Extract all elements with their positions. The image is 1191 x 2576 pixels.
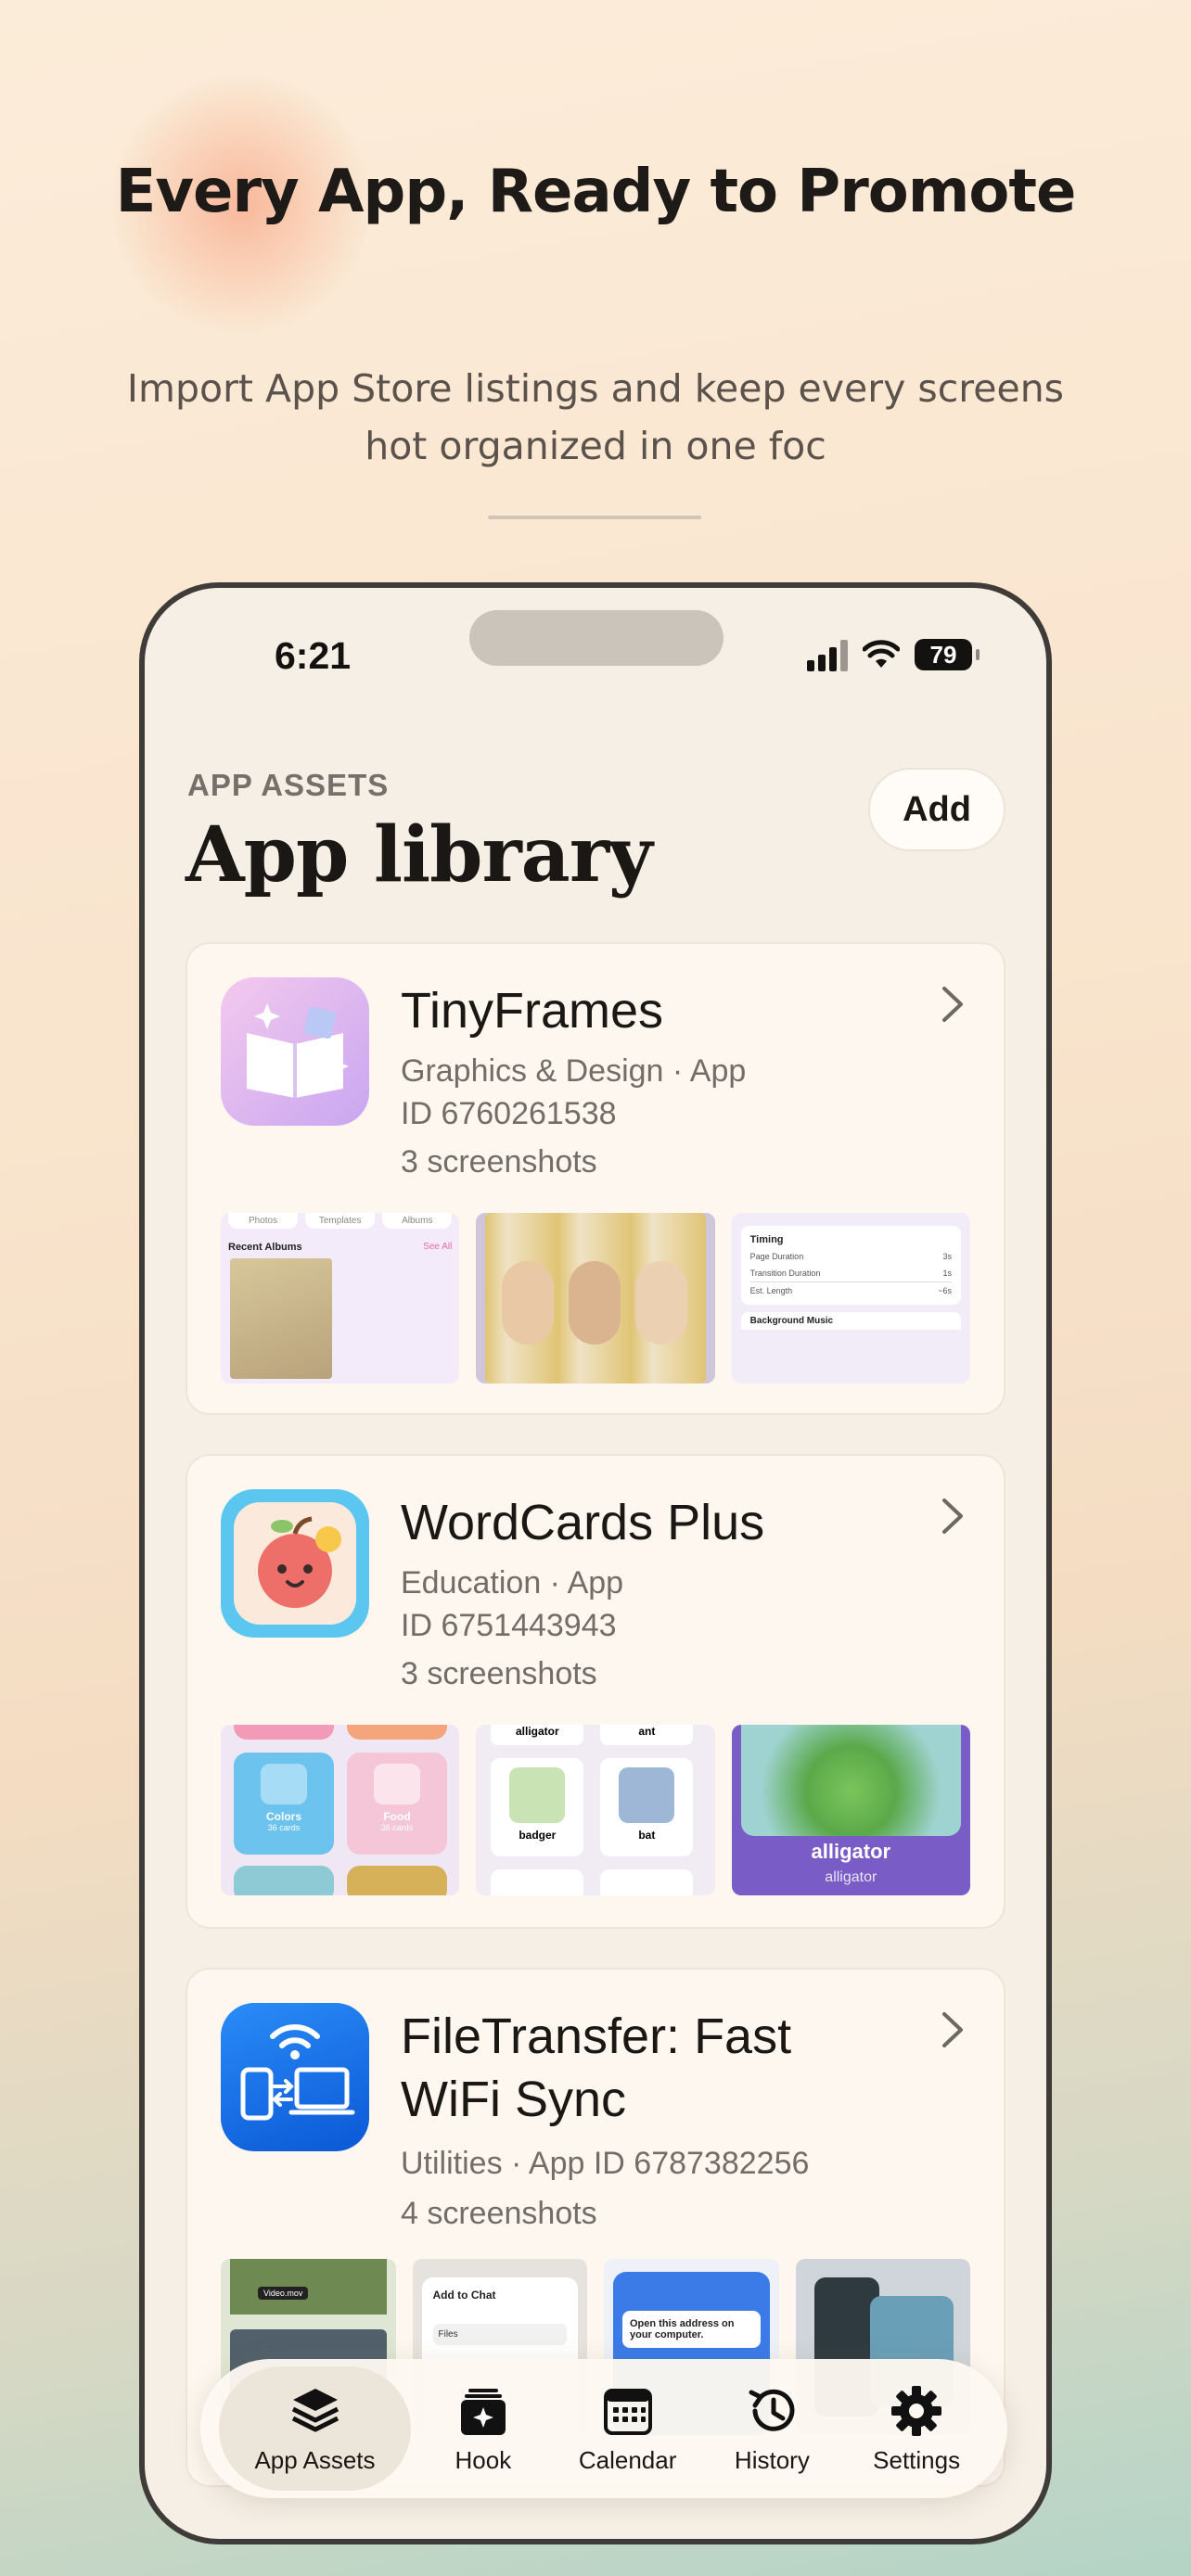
gear-icon [891,2385,942,2436]
tab-label: History [734,2445,810,2474]
marketing-subline: Import App Store listings and keep every… [126,366,1065,468]
connect-instructions: Open this address on your computer. [622,2311,761,2348]
hero-subword: alligator [825,1869,877,1885]
chevron-right-icon[interactable] [933,981,970,1027]
sheet-title: Add to Chat [432,2289,496,2302]
shot-label: Page Duration [749,1252,804,1261]
tab-label: App Assets [254,2445,376,2474]
app-name: WordCards Plus [401,1495,765,1550]
screenshot-thumbnail[interactable]: Photos Templates Albums Recent Albums Se… [221,1213,460,1384]
battery-icon: 79 [915,639,980,670]
video-row: Video.mov [258,2287,309,2300]
tab-label: Hook [455,2445,512,2474]
page-title: App library [186,810,653,899]
sheet-row: Files [432,2324,567,2345]
app-name: TinyFrames [401,983,664,1039]
screenshot-count: 3 screenshots [401,1144,597,1180]
status-time: 6:21 [275,634,352,677]
status-icons: 79 [807,638,980,671]
tab-label: Settings [873,2445,961,2474]
shot-value: 3s [942,1252,952,1261]
history-icon [749,2389,795,2431]
wordcards-app-icon [221,1489,369,1638]
word-card: badger [519,1829,557,1842]
tab-label: Calendar [578,2445,677,2474]
shot-heading: Timing [749,1234,784,1245]
filetransfer-app-icon [221,2003,369,2151]
phone-frame: 6:21 79 APP ASSETS App library Add TinyF… [139,582,1052,2544]
app-category: Utilities · App ID 6787382256 [401,2146,810,2181]
shot-heading: Recent Albums [228,1242,302,1253]
screenshot-strip: Colors 36 cards Food 36 cards alligator … [221,1725,970,1895]
shot-value: 1s [942,1269,952,1278]
album-thumbnail [230,1258,332,1379]
tinyframes-app-icon [221,977,369,1126]
app-id: ID 6760261538 [401,1096,617,1131]
screenshot-strip: Photos Templates Albums Recent Albums Se… [221,1213,970,1384]
word-card: ant [600,1725,694,1745]
shot-label: Est. Length [749,1286,793,1295]
word-card: alligator [491,1725,584,1745]
screenshot-count: 3 screenshots [401,1656,597,1691]
shot-tab-label: Photos [228,1213,299,1229]
sparkle-card-icon [460,2388,506,2435]
screenshot-count: 4 screenshots [401,2196,597,2231]
chevron-right-icon[interactable] [933,1493,970,1539]
app-id: ID 6751443943 [401,1608,617,1643]
app-card-tinyframes[interactable]: TinyFrames Graphics & Design · App ID 67… [186,942,1005,1415]
shot-label: Transition Duration [749,1269,821,1278]
divider [488,516,701,519]
stack-icon [291,2388,339,2431]
tab-history[interactable]: History [700,2366,845,2491]
shot-tab-label: Templates [305,1213,376,1229]
tab-hook[interactable]: Hook [411,2366,556,2491]
app-name: FileTransfer: Fast WiFi Sync [401,2009,792,2127]
section-eyebrow: APP ASSETS [187,768,390,802]
category-count: 36 cards [267,1823,301,1832]
app-card-wordcards[interactable]: WordCards Plus Education · App ID 675144… [186,1454,1005,1929]
category-label: Food [383,1810,411,1823]
hero-word: alligator [811,1840,891,1863]
app-category: Education · App [401,1565,624,1600]
screenshot-thumbnail[interactable]: Timing Page Duration 3s Transition Durati… [731,1213,970,1384]
screenshot-thumbnail[interactable] [476,1213,715,1384]
dynamic-island [469,610,724,666]
shot-heading: Background Music [740,1312,961,1330]
tab-settings[interactable]: Settings [844,2366,989,2491]
shot-link: See All [423,1242,453,1252]
add-button[interactable]: Add [868,768,1005,851]
category-label: Colors [265,1810,301,1823]
wifi-icon [863,640,900,668]
screenshot-thumbnail[interactable]: alligator ant badger bat [476,1725,715,1895]
alligator-illustration [740,1725,961,1836]
app-category: Graphics & Design · App [401,1053,747,1089]
category-count: 36 cards [380,1823,414,1832]
shot-tab-label: Albums [382,1213,453,1229]
chevron-right-icon[interactable] [933,2007,970,2053]
shot-value: ~6s [938,1286,952,1295]
tab-calendar[interactable]: Calendar [556,2366,700,2491]
screenshot-thumbnail[interactable]: Colors 36 cards Food 36 cards [221,1725,460,1895]
word-card: bat [638,1829,656,1842]
marketing-headline: Every App, Ready to Promote [115,158,1077,226]
tab-app-assets[interactable]: App Assets [219,2366,411,2491]
tab-bar: App Assets Hook Calendar History Setting… [200,2359,1007,2498]
screenshot-thumbnail[interactable]: alligator alligator [731,1725,970,1895]
calendar-icon [603,2388,652,2435]
signal-icon [807,638,848,671]
